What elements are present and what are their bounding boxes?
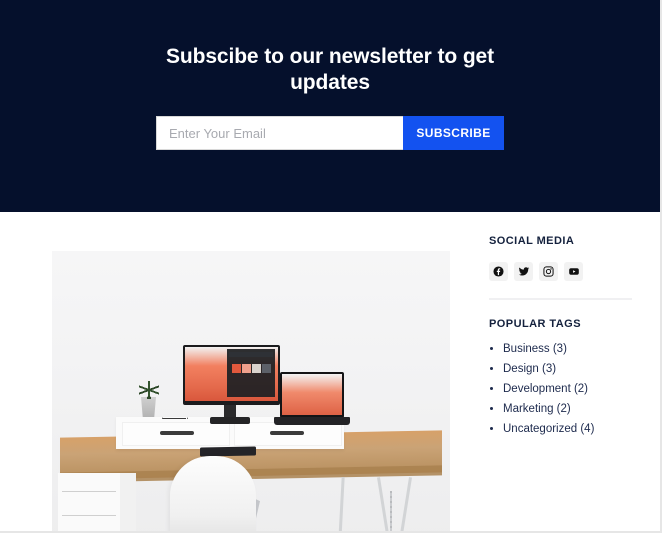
photo-desk-leg-bar	[390, 491, 392, 531]
social-link-instagram[interactable]	[539, 262, 558, 281]
facebook-icon	[493, 266, 504, 277]
newsletter-section: Subscibe to our newsletter to get update…	[0, 0, 660, 212]
photo-shelf-handle-right	[270, 431, 304, 435]
photo-monitor-tile	[232, 364, 241, 373]
tag-list: Business (3) Design (3) Development (2) …	[489, 342, 632, 436]
youtube-icon	[568, 266, 580, 277]
photo-monitor-base	[210, 417, 250, 424]
photo-monitor-tile	[252, 364, 261, 373]
social-link-twitter[interactable]	[514, 262, 533, 281]
sidebar: SOCIAL MEDIA POPULAR TAGS Business (3) D…	[489, 235, 632, 442]
subscribe-button[interactable]: SUBSCRIBE	[403, 116, 504, 150]
content-area: SOCIAL MEDIA POPULAR TAGS Business (3) D…	[0, 212, 660, 531]
email-input[interactable]	[156, 116, 403, 150]
twitter-icon	[518, 266, 530, 277]
tag-list-item[interactable]: Marketing (2)	[489, 402, 632, 416]
photo-laptop-screen	[282, 374, 342, 415]
social-link-youtube[interactable]	[564, 262, 583, 281]
desk-photo	[52, 251, 450, 531]
popular-tags-title: POPULAR TAGS	[489, 318, 581, 330]
photo-drawer-line	[62, 515, 116, 516]
instagram-icon	[543, 266, 554, 277]
newsletter-title: Subscibe to our newsletter to get update…	[165, 45, 495, 94]
tag-list-item[interactable]: Uncategorized (4)	[489, 422, 632, 436]
social-media-widget: SOCIAL MEDIA	[489, 235, 632, 281]
popular-tags-widget: POPULAR TAGS Business (3) Design (3) Dev…	[489, 318, 632, 436]
photo-drawer-line	[62, 491, 116, 492]
social-link-facebook[interactable]	[489, 262, 508, 281]
photo-laptop-base	[274, 417, 350, 425]
photo-drawer-unit	[58, 473, 121, 531]
featured-image[interactable]	[52, 251, 450, 531]
tag-list-item[interactable]: Business (3)	[489, 342, 632, 356]
photo-monitor-ui-bar	[229, 352, 273, 357]
sidebar-divider	[489, 298, 632, 300]
photo-monitor-tile	[262, 364, 271, 373]
photo-plant-pot	[141, 397, 156, 417]
subscribe-form: SUBSCRIBE	[156, 116, 504, 150]
social-icon-list	[489, 262, 632, 281]
tag-list-item[interactable]: Design (3)	[489, 362, 632, 376]
photo-shelf-handle-left	[160, 431, 194, 435]
photo-plant	[139, 381, 159, 399]
social-media-title: SOCIAL MEDIA	[489, 235, 575, 247]
photo-chair	[170, 456, 256, 531]
page-root: Subscibe to our newsletter to get update…	[0, 0, 662, 533]
photo-keyboard	[200, 446, 256, 457]
photo-drawer-side	[120, 473, 136, 531]
newsletter-inner: Subscibe to our newsletter to get update…	[130, 44, 530, 150]
tag-list-item[interactable]: Development (2)	[489, 382, 632, 396]
photo-monitor-tile	[242, 364, 251, 373]
